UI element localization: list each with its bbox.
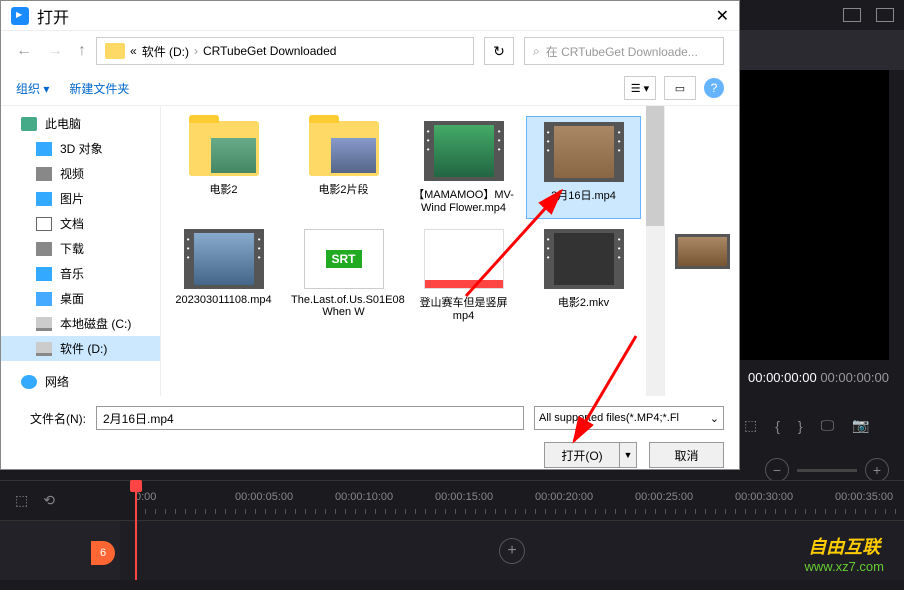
track-badge: 6 — [91, 541, 115, 565]
file-open-dialog: 打开 ✕ ← → ↑ « 软件 (D:) › CRTubeGet Downloa… — [0, 0, 740, 470]
scrollbar[interactable] — [646, 106, 664, 396]
sidebar-3d-objects[interactable]: 3D 对象 — [1, 136, 160, 161]
file-item[interactable]: SRT The.Last.of.Us.S01E08 When W — [286, 224, 401, 327]
selection-tool-icon[interactable]: ⬚ — [15, 492, 28, 509]
sidebar-network[interactable]: 网络 — [1, 369, 160, 394]
bracket-close-icon[interactable]: } — [798, 418, 803, 434]
time-max: 00:00:00:00 — [820, 370, 889, 385]
file-item[interactable]: 电影2片段 — [286, 116, 401, 219]
filename-label: 文件名(N): — [16, 410, 86, 427]
open-button[interactable]: 打开(O) — [544, 442, 619, 468]
playhead[interactable] — [135, 480, 137, 580]
help-button[interactable]: ? — [704, 78, 724, 98]
close-button[interactable]: ✕ — [716, 6, 729, 26]
preview-pane-button[interactable]: ▭ — [664, 76, 696, 100]
nav-back-icon[interactable]: ← — [16, 42, 32, 60]
cancel-button[interactable]: 取消 — [649, 442, 724, 468]
timeline-tick: 00:00:35:00 — [835, 491, 893, 503]
folder-icon — [309, 121, 379, 176]
filename-input[interactable] — [96, 406, 524, 430]
zoom-out-button[interactable]: − — [765, 458, 789, 482]
timeline-tick: 00:00:30:00 — [735, 491, 793, 503]
zoom-slider[interactable] — [797, 469, 857, 472]
timeline-tick: 00:00:20:00 — [535, 491, 593, 503]
sidebar-downloads[interactable]: 下载 — [1, 236, 160, 261]
sidebar-music[interactable]: 音乐 — [1, 261, 160, 286]
subtitle-file-icon: SRT — [304, 229, 384, 289]
timeline-tick: 0:00 — [135, 491, 156, 503]
camera-icon[interactable]: 📷 — [852, 417, 869, 434]
video-preview — [739, 70, 889, 360]
bracket-open-icon[interactable]: { — [775, 418, 780, 434]
link-tool-icon[interactable]: ⟲ — [43, 492, 55, 509]
folder-icon — [105, 43, 125, 59]
fullscreen-icon[interactable] — [876, 8, 894, 22]
file-item[interactable]: 202303011108.mp4 — [166, 224, 281, 327]
sidebar-pictures[interactable]: 图片 — [1, 186, 160, 211]
folder-icon — [189, 121, 259, 176]
file-item[interactable]: 电影2.mkv — [526, 224, 641, 327]
timeline-tick: 00:00:15:00 — [435, 491, 493, 503]
sidebar: 此电脑 3D 对象 视频 图片 文档 下载 音乐 桌面 本地磁盘 (C:) 软件… — [1, 106, 161, 396]
crop-icon[interactable]: ⬚ — [744, 417, 757, 434]
new-folder-button[interactable]: 新建文件夹 — [69, 80, 129, 97]
preview-pane — [664, 106, 739, 396]
watermark: 自由互联 www.xz7.com — [805, 533, 884, 574]
sidebar-documents[interactable]: 文档 — [1, 211, 160, 236]
sidebar-d-drive[interactable]: 软件 (D:) — [1, 336, 160, 361]
breadcrumb-folder[interactable]: CRTubeGet Downloaded — [203, 44, 336, 58]
view-mode-button[interactable]: ☰ ▾ — [624, 76, 656, 100]
breadcrumb-disk[interactable]: 软件 (D:) — [142, 43, 189, 60]
sidebar-this-pc[interactable]: 此电脑 — [1, 111, 160, 136]
video-thumb-icon — [424, 121, 504, 181]
dialog-title: 打开 — [37, 4, 69, 28]
organize-button[interactable]: 组织 ▾ — [16, 80, 49, 97]
timeline-tick: 00:00:10:00 — [335, 491, 393, 503]
search-input[interactable]: ⌕ 在 CRTubeGet Downloade... — [524, 37, 724, 65]
zoom-in-button[interactable]: + — [865, 458, 889, 482]
sidebar-c-drive[interactable]: 本地磁盘 (C:) — [1, 311, 160, 336]
file-filter-select[interactable]: All supported files(*.MP4;*.Fl⌄ — [534, 406, 724, 430]
breadcrumb[interactable]: « 软件 (D:) › CRTubeGet Downloaded — [96, 37, 474, 65]
video-thumb-icon — [544, 229, 624, 289]
video-thumb-icon — [184, 229, 264, 289]
open-dropdown-button[interactable]: ▼ — [619, 442, 637, 468]
file-item[interactable]: 【MAMAMOO】MV- Wind Flower.mp4 — [406, 116, 521, 219]
file-item[interactable]: 登山赛车但是竖屏 mp4 — [406, 224, 521, 327]
nav-up-icon[interactable]: ↑ — [78, 42, 86, 60]
refresh-button[interactable]: ↻ — [484, 37, 514, 65]
file-item[interactable]: 电影2 — [166, 116, 281, 219]
timeline-ruler[interactable]: 0:00 00:00:05:00 00:00:10:00 00:00:15:00 00:… — [120, 481, 904, 520]
add-clip-button[interactable]: + — [499, 538, 525, 564]
nav-forward-icon: → — [47, 42, 63, 60]
layout-icon[interactable] — [843, 8, 861, 22]
file-grid: 电影2 电影2片段 【MAMAMOO】MV- Wind Flower.mp4 2… — [161, 106, 664, 396]
display-icon[interactable]: 🖵 — [821, 417, 835, 434]
video-thumb-icon — [544, 122, 624, 182]
sidebar-desktop[interactable]: 桌面 — [1, 286, 160, 311]
video-thumb-icon — [424, 229, 504, 289]
timeline-tick: 00:00:25:00 — [635, 491, 693, 503]
preview-thumbnail — [675, 234, 730, 269]
app-logo-icon — [11, 7, 29, 25]
file-item-selected[interactable]: 2月16日.mp4 — [526, 116, 641, 219]
timeline-track[interactable]: + — [120, 521, 904, 580]
search-icon: ⌕ — [533, 44, 540, 59]
time-current: 00:00:00:00 — [748, 370, 817, 385]
sidebar-videos[interactable]: 视频 — [1, 161, 160, 186]
timeline-tick: 00:00:05:00 — [235, 491, 293, 503]
